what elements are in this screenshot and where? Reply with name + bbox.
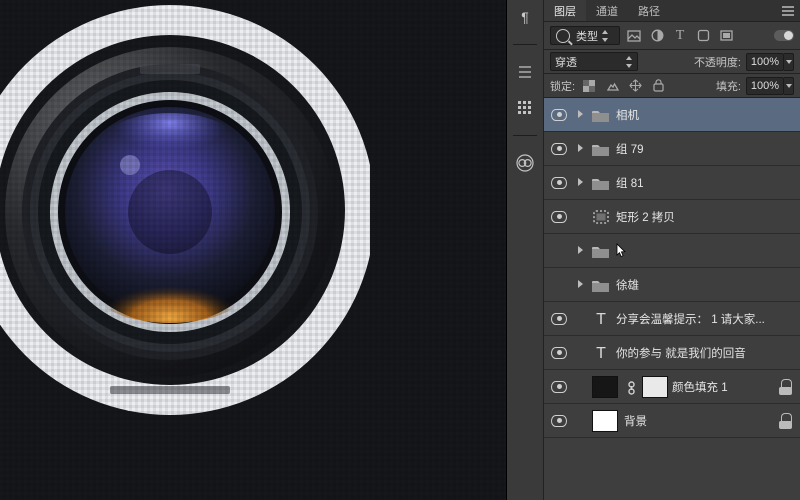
blend-mode-value: 穿透 bbox=[555, 54, 577, 70]
layer-name[interactable]: 背景 bbox=[624, 413, 647, 429]
folder-icon bbox=[592, 107, 610, 123]
lock-image-icon[interactable] bbox=[603, 77, 621, 95]
link-icon bbox=[626, 381, 638, 393]
visibility-toggle[interactable] bbox=[544, 109, 574, 121]
folder-icon bbox=[592, 175, 610, 191]
layer-name[interactable]: 组 79 bbox=[616, 141, 644, 157]
opacity-slider-button[interactable] bbox=[784, 53, 794, 71]
layer-row-txt1[interactable]: T 分享会温馨提示： 1 请大家... bbox=[544, 302, 800, 336]
filter-kind-label: 类型 bbox=[576, 28, 598, 44]
disclosure-arrow[interactable] bbox=[578, 110, 588, 120]
disclosure-arrow[interactable] bbox=[578, 178, 588, 188]
visibility-toggle[interactable] bbox=[544, 381, 574, 393]
dock-column: ¶ bbox=[506, 0, 544, 500]
fill-slider-button[interactable] bbox=[784, 77, 794, 95]
folder-icon bbox=[592, 243, 610, 259]
mask-thumb bbox=[642, 376, 668, 398]
blend-mode-select[interactable]: 穿透 bbox=[550, 52, 638, 71]
disclosure-arrow[interactable] bbox=[578, 280, 588, 290]
lock-indicator-icon bbox=[781, 379, 794, 395]
layer-name[interactable]: 徐雄 bbox=[616, 277, 639, 293]
panel-tabs: 图层 通道 路径 bbox=[544, 0, 800, 22]
visibility-toggle[interactable] bbox=[544, 313, 574, 325]
layers-panel: 图层 通道 路径 类型 T 穿透 bbox=[544, 0, 800, 500]
folder-icon bbox=[592, 277, 610, 293]
filter-adjust-icon[interactable] bbox=[648, 27, 666, 45]
layer-name[interactable]: 你的参与 就是我们的回音 bbox=[616, 345, 746, 361]
text-layer-icon: T bbox=[592, 311, 610, 327]
visibility-toggle[interactable] bbox=[544, 347, 574, 359]
paragraph-panel-icon[interactable]: ¶ bbox=[514, 6, 536, 28]
lock-fill-row: 锁定: 填充: 100% bbox=[544, 74, 800, 98]
filter-pixel-icon[interactable] bbox=[625, 27, 643, 45]
fill-input[interactable]: 100% bbox=[746, 77, 784, 95]
disclosure-arrow[interactable] bbox=[578, 144, 588, 154]
lock-transparent-icon[interactable] bbox=[580, 77, 598, 95]
panel-menu-button[interactable] bbox=[776, 0, 800, 21]
cursor-icon bbox=[614, 243, 628, 259]
layer-row-bg[interactable]: 背景 bbox=[544, 404, 800, 438]
layer-row-cur[interactable] bbox=[544, 234, 800, 268]
layer-row-g81[interactable]: 组 81 bbox=[544, 166, 800, 200]
layer-filter-bar: 类型 T bbox=[544, 22, 800, 50]
filter-kind-select[interactable]: 类型 bbox=[550, 26, 620, 45]
visibility-toggle[interactable] bbox=[544, 143, 574, 155]
lock-all-icon[interactable] bbox=[649, 77, 667, 95]
disclosure-arrow[interactable] bbox=[578, 246, 588, 256]
layer-thumb bbox=[592, 410, 618, 432]
fill-thumb bbox=[592, 376, 618, 398]
fill-label: 填充: bbox=[716, 78, 741, 94]
filter-shape-icon[interactable] bbox=[694, 27, 712, 45]
blend-opacity-row: 穿透 不透明度: 100% bbox=[544, 50, 800, 74]
tab-channels[interactable]: 通道 bbox=[586, 0, 628, 21]
layer-row-g79[interactable]: 组 79 bbox=[544, 132, 800, 166]
layer-row-camera[interactable]: 相机 bbox=[544, 98, 800, 132]
filter-text-icon[interactable]: T bbox=[671, 27, 689, 45]
search-icon bbox=[556, 29, 570, 43]
canvas-area[interactable] bbox=[0, 0, 506, 500]
tab-paths[interactable]: 路径 bbox=[628, 0, 670, 21]
opacity-label: 不透明度: bbox=[694, 54, 741, 70]
lens-graphic bbox=[0, 0, 370, 430]
layer-name[interactable]: 分享会温馨提示： 1 请大家... bbox=[616, 311, 765, 327]
layer-list[interactable]: 相机组 79 组 81 矩形 2 拷贝徐雄 T 分享会温馨提示： 1 请大家... T 你的… bbox=[544, 98, 800, 500]
layer-name[interactable]: 相机 bbox=[616, 107, 639, 123]
shape-layer-icon bbox=[592, 209, 610, 225]
folder-icon bbox=[592, 141, 610, 157]
pixel-grid-panel-icon[interactable] bbox=[514, 97, 536, 119]
visibility-toggle[interactable] bbox=[544, 177, 574, 189]
layer-name[interactable]: 颜色填充 1 bbox=[672, 379, 728, 395]
lock-indicator-icon bbox=[781, 413, 794, 429]
cc-libraries-icon[interactable] bbox=[514, 152, 536, 174]
layer-row-txt2[interactable]: T 你的参与 就是我们的回音 bbox=[544, 336, 800, 370]
layer-row-fill1[interactable]: 颜色填充 1 bbox=[544, 370, 800, 404]
lock-position-icon[interactable] bbox=[626, 77, 644, 95]
filter-toggle-switch[interactable] bbox=[774, 30, 794, 41]
layer-name[interactable]: 组 81 bbox=[616, 175, 644, 191]
text-layer-icon: T bbox=[592, 345, 610, 361]
filter-smart-icon[interactable] bbox=[717, 27, 735, 45]
svg-text:T: T bbox=[596, 311, 606, 327]
opacity-input[interactable]: 100% bbox=[746, 53, 784, 71]
svg-text:T: T bbox=[596, 345, 606, 361]
tab-layers[interactable]: 图层 bbox=[544, 0, 586, 21]
layer-row-rect2[interactable]: 矩形 2 拷贝 bbox=[544, 200, 800, 234]
align-panel-icon[interactable] bbox=[514, 61, 536, 83]
layer-name[interactable]: 矩形 2 拷贝 bbox=[616, 209, 675, 225]
visibility-toggle[interactable] bbox=[544, 211, 574, 223]
visibility-toggle[interactable] bbox=[544, 415, 574, 427]
lock-label: 锁定: bbox=[550, 78, 575, 94]
layer-row-xux[interactable]: 徐雄 bbox=[544, 268, 800, 302]
